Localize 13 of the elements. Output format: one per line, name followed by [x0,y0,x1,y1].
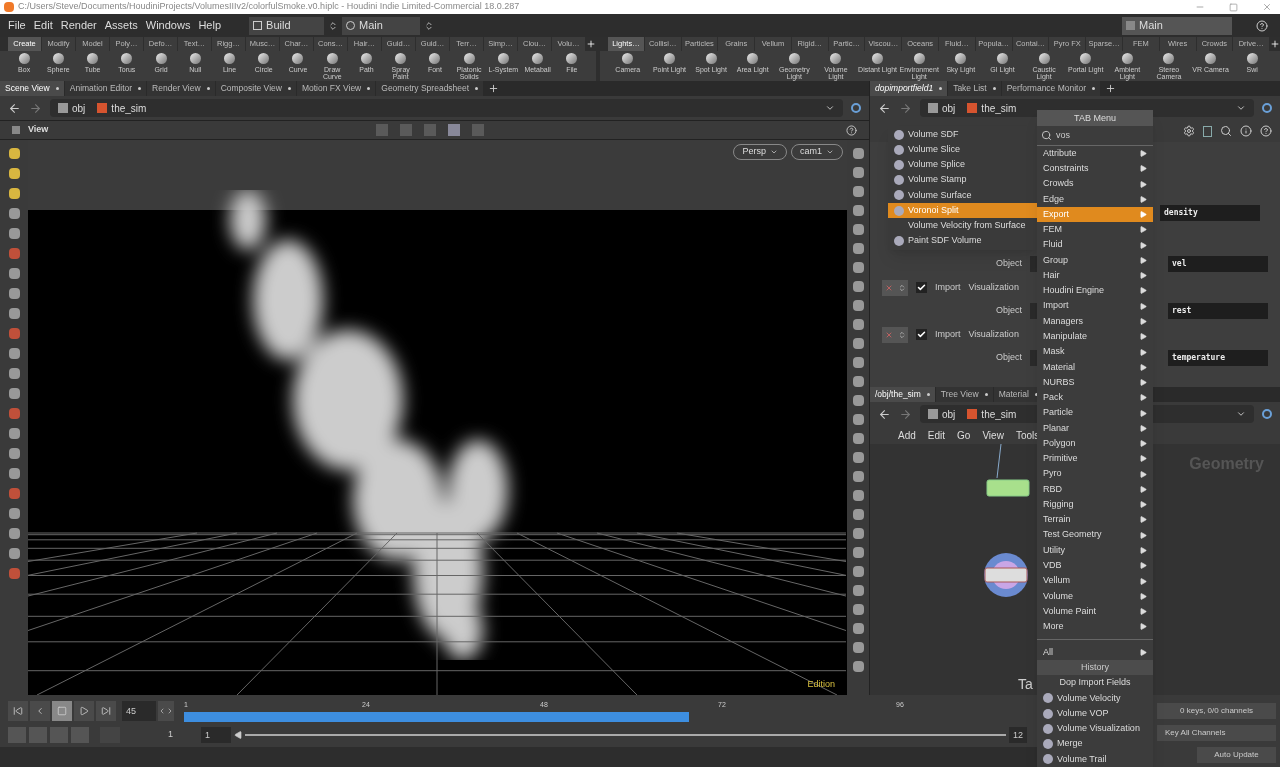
param-label: Object [995,304,1022,318]
param-label: Visualization [968,327,1019,341]
window-title: C:/Users/Steve/Documents/HoudiniProjects/VolumesIIIv2/colorfulSmoke.v0.hiplc - Houdini Indie Limited-Commercial 18.0.287 [18,0,520,14]
param-label: Object [995,257,1022,271]
checkbox-label: Import [935,280,961,294]
menu-section-header: History [1037,660,1153,676]
param-label: Object [995,351,1022,365]
edition-label: Edition [807,677,835,691]
menu-title: TAB Menu [1037,110,1153,126]
param-label: Visualization [968,280,1019,294]
viewer-label: View [28,123,49,137]
checkbox-label: Import [935,327,961,341]
node-label: Ta [1018,675,1033,694]
